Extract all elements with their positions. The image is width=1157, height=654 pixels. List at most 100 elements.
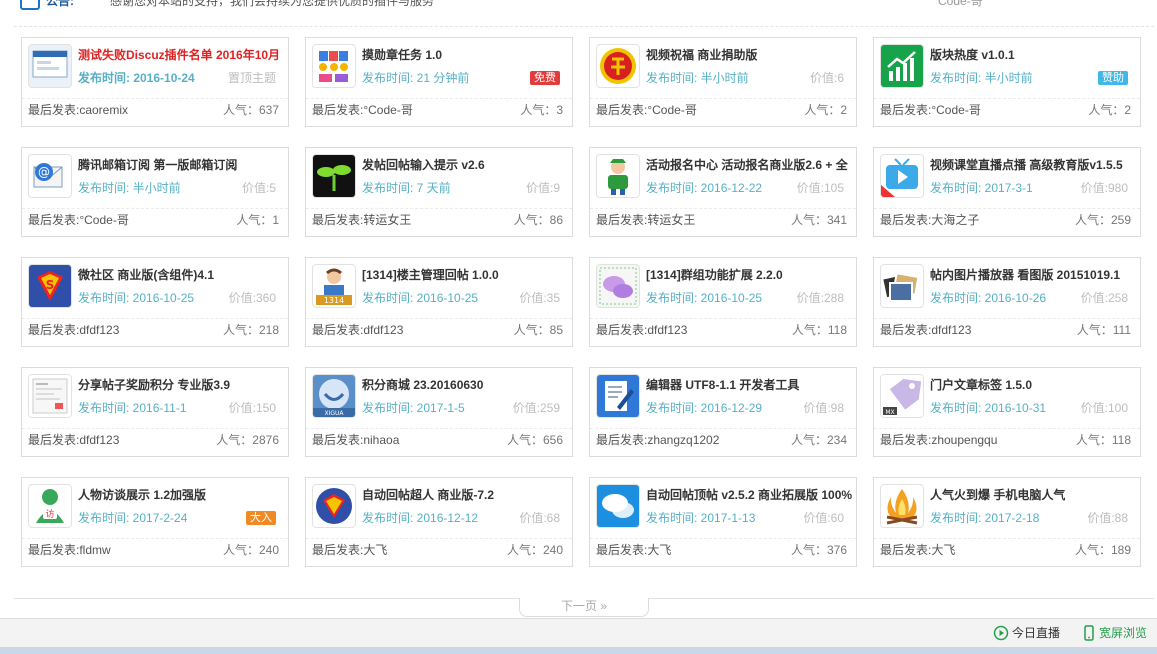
last-poster[interactable]: 最后发表:zhoupengqu	[880, 433, 997, 447]
plugin-title-link[interactable]: 编辑器 UTF8-1.1 开发者工具	[646, 378, 854, 392]
plugin-card[interactable]: 活动报名中心 活动报名商业版2.6 + 全发布时间: 2016-12-22 价值:…	[589, 147, 857, 237]
plugin-title-link[interactable]: 自动回帖超人 商业版-7.2	[362, 488, 570, 502]
publish-time: 发布时间: 2016-11-1	[78, 401, 187, 415]
medal-icon[interactable]	[312, 44, 356, 88]
publish-time: 发布时间: 2017-1-5	[362, 401, 465, 415]
last-poster[interactable]: 最后发表:转运女王	[312, 213, 411, 227]
card-divider	[306, 428, 572, 429]
website-screenshot-icon[interactable]	[28, 44, 72, 88]
plugin-title-link[interactable]: 门户文章标签 1.5.0	[930, 378, 1138, 392]
plugin-card[interactable]: 帖内图片播放器 看图版 20151019.1 发布时间: 2016-10-26 价值…	[873, 257, 1141, 347]
last-poster[interactable]: 最后发表:caoremix	[28, 103, 128, 117]
popularity-count: 人气：86	[513, 213, 563, 227]
last-poster[interactable]: 最后发表:大海之子	[880, 213, 979, 227]
mail-at-icon[interactable]: @	[28, 154, 72, 198]
publish-time: 发布时间: 2016-12-22	[646, 181, 763, 195]
last-poster[interactable]: 最后发表:dfdf123	[28, 433, 119, 447]
plugin-title-link[interactable]: 版块热度 v1.0.1	[930, 48, 1138, 62]
last-poster[interactable]: 最后发表:°Code-哥	[28, 213, 129, 227]
last-poster[interactable]: 最后发表:dfdf123	[596, 323, 687, 337]
plugin-title-link[interactable]: 人气火到爆 手机电脑人气	[930, 488, 1138, 502]
plugin-card[interactable]: 编辑器 UTF8-1.1 开发者工具 发布时间: 2016-12-29 价值:98 最…	[589, 367, 857, 457]
plugin-card[interactable]: [1314]群组功能扩展 2.2.0 发布时间: 2016-10-25 价值:288…	[589, 257, 857, 347]
price-tag-icon[interactable]: MX	[880, 374, 924, 418]
last-poster[interactable]: 最后发表:°Code-哥	[880, 103, 981, 117]
plugin-card[interactable]: 人气火到爆 手机电脑人气 发布时间: 2017-2-18 价值:88 最后发表:大飞 人…	[873, 477, 1141, 567]
wide-screen-link[interactable]: 宽屏浏览	[1082, 625, 1147, 641]
interview-user-icon[interactable]: 访	[28, 484, 72, 528]
plugin-title-link[interactable]: 微社区 商业版(含组件)4.1	[78, 268, 286, 282]
tv-play-icon[interactable]	[880, 154, 924, 198]
last-poster[interactable]: 最后发表:大飞	[312, 543, 387, 557]
plugin-card[interactable]: 摸勋章任务 1.0 发布时间: 21 分钟前 免费 最后发表:°Code-哥 人气：3	[305, 37, 573, 127]
trend-chart-icon[interactable]	[880, 44, 924, 88]
plugin-title-link[interactable]: [1314]楼主管理回帖 1.0.0	[362, 268, 570, 282]
plugin-card[interactable]: XIGUA 积分商城 23.20160630 发布时间: 2017-1-5 价值:25…	[305, 367, 573, 457]
blessing-seal-icon[interactable]	[596, 44, 640, 88]
plugin-title-link[interactable]: 帖内图片播放器 看图版 20151019.1	[930, 268, 1138, 282]
plugin-title-link[interactable]: [1314]群组功能扩展 2.2.0	[646, 268, 854, 282]
price-value: 价值:6	[809, 71, 844, 85]
plugin-title-link[interactable]: 腾讯邮箱订阅 第一版邮箱订阅	[78, 158, 286, 172]
superman-shield-icon[interactable]: S	[28, 264, 72, 308]
xigua-smile-icon[interactable]: XIGUA	[312, 374, 356, 418]
plugin-title-link[interactable]: 人物访谈展示 1.2加强版	[78, 488, 286, 502]
speech-bubbles-icon[interactable]	[596, 484, 640, 528]
user-1314-icon[interactable]: 1314	[312, 264, 356, 308]
plugin-title-link[interactable]: 摸勋章任务 1.0	[362, 48, 570, 62]
last-poster[interactable]: 最后发表:nihaoa	[312, 433, 399, 447]
publish-time: 发布时间: 2016-12-12	[362, 511, 479, 525]
photos-icon[interactable]	[880, 264, 924, 308]
last-poster[interactable]: 最后发表:dfdf123	[312, 323, 403, 337]
last-poster[interactable]: 最后发表:zhangzq1202	[596, 433, 719, 447]
plugin-card[interactable]: 分享帖子奖励积分 专业版3.9 发布时间: 2016-11-1 价值:150 最后发表…	[21, 367, 289, 457]
plugin-card[interactable]: 视频课堂直播点播 高级教育版v1.5.5 发布时间: 2017-3-1 价值:980…	[873, 147, 1141, 237]
plugin-card[interactable]: @ 腾讯邮箱订阅 第一版邮箱订阅 发布时间: 半小时前 价值:5 最后发表:°Code-…	[21, 147, 289, 237]
plugin-card[interactable]: MX 门户文章标签 1.5.0 发布时间: 2016-10-31 价值:100 最后发表…	[873, 367, 1141, 457]
chat-group-icon[interactable]	[596, 264, 640, 308]
status-badge: 免费	[530, 71, 560, 85]
popularity-count: 人气：240	[506, 543, 563, 557]
popularity-count: 人气：3	[520, 103, 563, 117]
plugin-card[interactable]: S 微社区 商业版(含组件)4.1 发布时间: 2016-10-25 价值:360 最后…	[21, 257, 289, 347]
popularity-count: 人气：85	[513, 323, 563, 337]
last-poster[interactable]: 最后发表:大飞	[596, 543, 671, 557]
plugin-title-link[interactable]: 视频课堂直播点播 高级教育版v1.5.5	[930, 158, 1138, 172]
notice-user[interactable]: Code-哥	[938, 0, 983, 8]
last-poster[interactable]: 最后发表:大飞	[880, 543, 955, 557]
price-value: 价值:35	[519, 291, 560, 305]
superman-logo-icon[interactable]	[312, 484, 356, 528]
sprout-icon[interactable]	[312, 154, 356, 198]
popularity-count: 人气：234	[790, 433, 847, 447]
edit-document-icon[interactable]	[596, 374, 640, 418]
bonfire-icon[interactable]	[880, 484, 924, 528]
page-screenshot-icon[interactable]	[28, 374, 72, 418]
plugin-title-link[interactable]: 视频祝福 商业捐助版	[646, 48, 854, 62]
plugin-title-link[interactable]: 测试失败Discuz插件名单 2016年10月	[78, 48, 286, 62]
plugin-card[interactable]: 版块热度 v1.0.1 发布时间: 半小时前 赞助 最后发表:°Code-哥 人气：2	[873, 37, 1141, 127]
hiker-icon[interactable]	[596, 154, 640, 198]
plugin-card[interactable]: 访 人物访谈展示 1.2加强版 发布时间: 2017-2-24 大入 最后发表:fldm…	[21, 477, 289, 567]
plugin-card[interactable]: 测试失败Discuz插件名单 2016年10月 发布时间: 2016-10-24 置…	[21, 37, 289, 127]
next-page-button[interactable]: 下一页 »	[519, 598, 649, 617]
last-poster[interactable]: 最后发表:转运女王	[596, 213, 695, 227]
plugin-title-link[interactable]: 发帖回帖输入提示 v2.6	[362, 158, 570, 172]
today-live-link[interactable]: 今日直播	[993, 625, 1060, 641]
plugin-title-link[interactable]: 自动回帖顶帖 v2.5.2 商业拓展版 100%	[646, 488, 854, 502]
last-poster[interactable]: 最后发表:dfdf123	[28, 323, 119, 337]
last-poster[interactable]: 最后发表:fldmw	[28, 543, 111, 557]
plugin-title-link[interactable]: 分享帖子奖励积分 专业版3.9	[78, 378, 286, 392]
plugin-title-link[interactable]: 活动报名中心 活动报名商业版2.6 + 全	[646, 158, 854, 172]
last-poster[interactable]: 最后发表:°Code-哥	[312, 103, 413, 117]
plugin-card[interactable]: 视频祝福 商业捐助版 发布时间: 半小时前 价值:6 最后发表:°Code-哥 人气：2	[589, 37, 857, 127]
last-poster[interactable]: 最后发表:dfdf123	[880, 323, 971, 337]
plugin-card[interactable]: 1314 [1314]楼主管理回帖 1.0.0 发布时间: 2016-10-25 价值…	[305, 257, 573, 347]
last-poster[interactable]: 最后发表:°Code-哥	[596, 103, 697, 117]
price-value: 价值:88	[1087, 511, 1128, 525]
publish-time: 发布时间: 半小时前	[78, 181, 181, 195]
plugin-card[interactable]: 自动回帖顶帖 v2.5.2 商业拓展版 100% 发布时间: 2017-1-13 价…	[589, 477, 857, 567]
plugin-card[interactable]: 自动回帖超人 商业版-7.2 发布时间: 2016-12-12 价值:68 最后发表:…	[305, 477, 573, 567]
notice-text[interactable]: 感谢您对本站的支持，我们会持续为您提供优质的插件与服务	[110, 0, 434, 8]
plugin-title-link[interactable]: 积分商城 23.20160630	[362, 378, 570, 392]
plugin-card[interactable]: 发帖回帖输入提示 v2.6 发布时间: 7 天前 价值:9 最后发表:转运女王 人气：8…	[305, 147, 573, 237]
